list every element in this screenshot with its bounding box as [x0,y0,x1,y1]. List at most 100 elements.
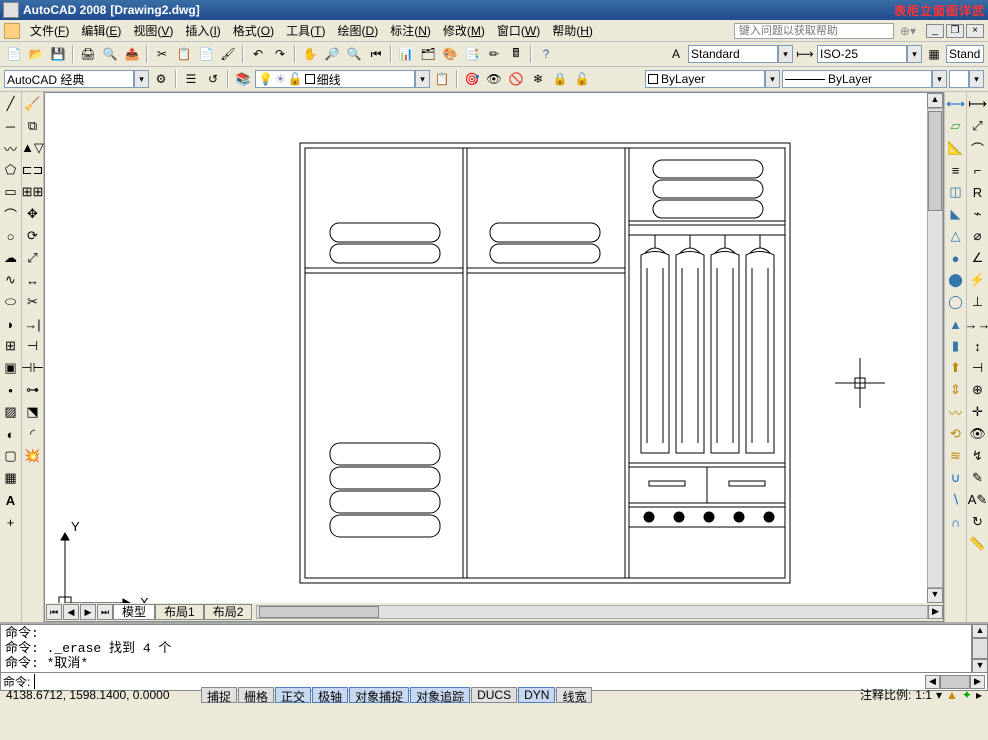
properties-icon[interactable]: 📊 [396,44,416,64]
region-mass-icon[interactable]: 📐 [946,138,966,158]
plot-preview-icon[interactable]: 🔍 [100,44,120,64]
dim-ordinate-icon[interactable]: ⌐ [968,160,988,180]
dim-diameter-icon[interactable]: ⌀ [968,226,988,246]
polysolid-icon[interactable]: ▮ [946,336,966,356]
dyn-button[interactable]: DYN [518,687,555,703]
color-combo[interactable]: ByLayer ▾ [645,70,780,88]
layer-off-icon[interactable]: 🚫 [506,69,526,89]
command-history[interactable]: 命令: 命令: ._erase 找到 4 个 命令: *取消* [0,624,972,673]
tab-prev-icon[interactable]: ◀ [63,604,79,620]
layer-iso-icon[interactable]: 👁 [484,69,504,89]
design-center-icon[interactable]: 🗂 [418,44,438,64]
dim-break-icon[interactable]: ⊣ [968,358,988,378]
menu-dimension[interactable]: 标注(N) [384,20,437,41]
dim-baseline-icon[interactable]: ⊥ [968,292,988,312]
dim-aligned-icon[interactable]: ⤢ [968,116,988,136]
intersect-icon[interactable]: ∩ [946,512,966,532]
minimize-button[interactable]: _ [926,24,944,38]
ellipse-arc-icon[interactable]: ◗ [1,314,21,334]
polar-button[interactable]: 极轴 [312,687,348,703]
coordinates[interactable]: 4138.6712, 1598.1400, 0.0000 [0,688,200,702]
ws-settings-icon[interactable]: ⚙ [151,69,171,89]
layer-filter-icon[interactable]: ☰ [181,69,201,89]
subtract-icon[interactable]: ∖ [946,490,966,510]
cmd-v-scroll[interactable]: ▲ ▼ [972,624,988,673]
menu-edit[interactable]: 编辑(E) [75,20,127,41]
arc-icon[interactable]: ⌒ [1,204,21,224]
v-scroll-up-icon[interactable]: ▲ [927,93,943,108]
tab-first-icon[interactable]: ⏮ [46,604,62,620]
insert-block-icon[interactable]: ⊞ [1,336,21,356]
menu-window[interactable]: 窗口(W) [491,20,546,41]
dim-style-tool-icon[interactable]: 📏 [968,534,988,554]
match-icon[interactable]: 🖌 [218,44,238,64]
union-icon[interactable]: ∪ [946,468,966,488]
v-scroll-down-icon[interactable]: ▼ [927,588,943,603]
explode-icon[interactable]: 💥 [23,446,43,466]
dim-radius-icon[interactable]: R [968,182,988,202]
area-icon[interactable]: ▱ [946,116,966,136]
offset-icon[interactable]: ⊏⊐ [23,160,43,180]
v-scroll-thumb[interactable] [928,111,942,211]
anno-scale-value[interactable]: 1:1 [915,688,932,702]
make-block-icon[interactable]: ▣ [1,358,21,378]
fillet-icon[interactable]: ◜ [23,424,43,444]
dim-arc-icon[interactable]: ⌒ [968,138,988,158]
v-scrollbar[interactable]: ▲ ▼ [927,93,943,603]
extrude-icon[interactable]: ⬆ [946,358,966,378]
pan-icon[interactable]: ✋ [300,44,320,64]
tool-palette-icon[interactable]: 🎨 [440,44,460,64]
h-scrollbar[interactable] [256,605,928,619]
dim-tedit-icon[interactable]: A✎ [968,490,988,510]
table-icon[interactable]: ▦ [1,468,21,488]
sweep-icon[interactable]: 〰 [946,402,966,422]
cmd-scroll-down-icon[interactable]: ▼ [972,659,988,673]
menu-modify[interactable]: 修改(M) [437,20,491,41]
construction-line-icon[interactable]: ─ [1,116,21,136]
array-icon[interactable]: ⊞⊞ [23,182,43,202]
menu-insert[interactable]: 插入(I) [179,20,226,41]
workspace-combo[interactable]: ▾ [4,70,149,88]
torus-icon[interactable]: ◯ [946,292,966,312]
dim-style-icon[interactable]: ⟼ [795,44,815,64]
print-icon[interactable]: 🖨 [78,44,98,64]
cut-icon[interactable]: ✂ [152,44,172,64]
layer-lock-tool-icon[interactable]: 🔒 [550,69,570,89]
menu-tools[interactable]: 工具(T) [280,20,331,41]
grid-button[interactable]: 栅格 [238,687,274,703]
layer-manager-icon[interactable]: 📚 [233,69,253,89]
anno-scale-drop-icon[interactable]: ▾ [936,688,942,702]
text-style-combo[interactable]: ▾ [688,45,793,63]
status-tray-icon[interactable]: ▸ [976,688,982,702]
layer-unlock-icon[interactable]: 🔓 [572,69,592,89]
circle-icon[interactable]: ○ [1,226,21,246]
box3d-icon[interactable]: ◫ [946,182,966,202]
dim-jogged-icon[interactable]: ⌁ [968,204,988,224]
help-search[interactable] [734,23,894,39]
open-icon[interactable]: 📂 [26,44,46,64]
copy-tool-icon[interactable]: ⧉ [23,116,43,136]
spline-icon[interactable]: ∿ [1,270,21,290]
dim-linear-icon[interactable]: ⟼ [968,94,988,114]
distance-icon[interactable]: ⟷ [946,94,966,114]
tab-last-icon[interactable]: ⏭ [97,604,113,620]
stretch-icon[interactable]: ↔ [23,270,43,290]
ellipse-icon[interactable]: ⬭ [1,292,21,312]
wedge-icon[interactable]: ◣ [946,204,966,224]
layer-combo[interactable]: 💡 ☀ 🔓 细线 ▾ [255,70,430,88]
paste-icon[interactable]: 📄 [196,44,216,64]
tab-layout2[interactable]: 布局2 [204,604,253,620]
sphere-icon[interactable]: ● [946,248,966,268]
region-icon[interactable]: ▢ [1,446,21,466]
zoom-window-icon[interactable]: 🔍 [344,44,364,64]
scale-icon[interactable]: ⤢ [23,248,43,268]
dim-update-icon[interactable]: ↻ [968,512,988,532]
menu-format[interactable]: 格式(O) [227,20,280,41]
zoom-rt-icon[interactable]: 🔎 [322,44,342,64]
zoom-prev-icon[interactable]: ⏮ [366,44,386,64]
anno-auto-icon[interactable]: ✦ [962,688,972,702]
join-icon[interactable]: ⊶ [23,380,43,400]
ducs-button[interactable]: DUCS [471,687,517,703]
cylinder-icon[interactable]: ⬤ [946,270,966,290]
h-scroll-thumb[interactable] [259,606,379,618]
